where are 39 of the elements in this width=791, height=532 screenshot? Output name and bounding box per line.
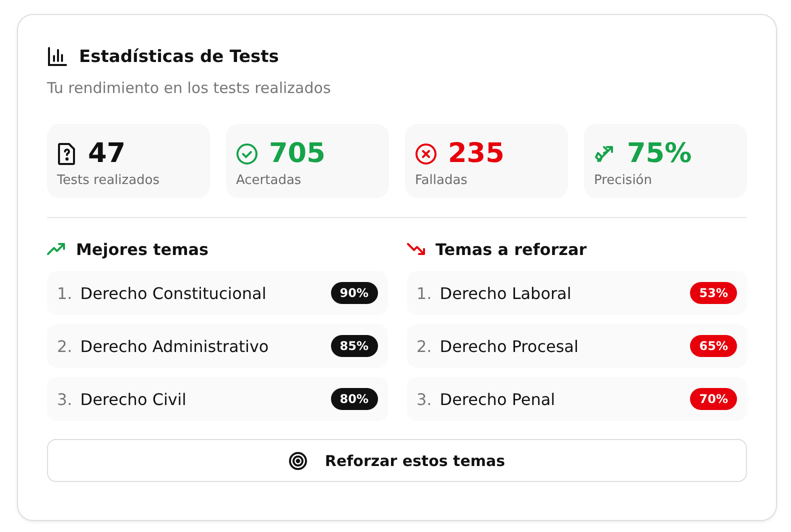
stat-value: 47 xyxy=(88,139,126,169)
topic-index: 1. xyxy=(416,284,432,302)
topic-index: 2. xyxy=(57,336,72,356)
reinforce-button[interactable]: Reforzar estos temas xyxy=(47,439,747,482)
bar-chart-icon xyxy=(47,47,67,67)
score-badge: 80% xyxy=(330,388,378,410)
stat-value: 235 xyxy=(448,139,504,169)
target-icon xyxy=(288,452,307,470)
topic-name: Derecho Civil xyxy=(80,390,188,408)
trend-down-icon xyxy=(406,243,424,255)
x-circle-icon xyxy=(415,143,437,165)
topic-name: Derecho Administrativo xyxy=(80,336,270,356)
topic-index: 3. xyxy=(416,390,432,408)
question-file-icon xyxy=(57,143,77,165)
topic-index: 2. xyxy=(416,336,432,356)
check-circle-icon xyxy=(236,143,258,165)
stat-label: Tests realizados xyxy=(57,173,160,188)
score-badge: 53% xyxy=(690,282,737,304)
trend-up-icon xyxy=(47,243,65,255)
topic-name: Derecho Procesal xyxy=(440,336,580,356)
card-subtitle: Tu rendimiento en los tests realizados xyxy=(47,79,331,97)
topic-name: Derecho Constitucional xyxy=(80,284,268,302)
stat-label: Falladas xyxy=(415,173,468,188)
topic-index: 3. xyxy=(57,390,72,408)
stat-label: Precisión xyxy=(594,173,652,188)
stat-value: 75% xyxy=(627,139,692,169)
stat-value: 705 xyxy=(269,139,326,169)
topic-name: Derecho Penal xyxy=(440,390,556,408)
score-badge: 85% xyxy=(330,335,378,357)
topic-index: 1. xyxy=(57,284,72,302)
card-title: Estadísticas de Tests xyxy=(79,47,279,67)
stat-label: Acertadas xyxy=(236,173,302,188)
section-title: Temas a reforzar xyxy=(436,240,587,258)
topic-name: Derecho Laboral xyxy=(440,284,572,302)
score-badge: 65% xyxy=(690,335,737,357)
score-badge: 90% xyxy=(330,282,378,304)
arrow-icon xyxy=(594,143,616,165)
section-title: Mejores temas xyxy=(76,240,209,258)
score-badge: 70% xyxy=(690,388,737,410)
